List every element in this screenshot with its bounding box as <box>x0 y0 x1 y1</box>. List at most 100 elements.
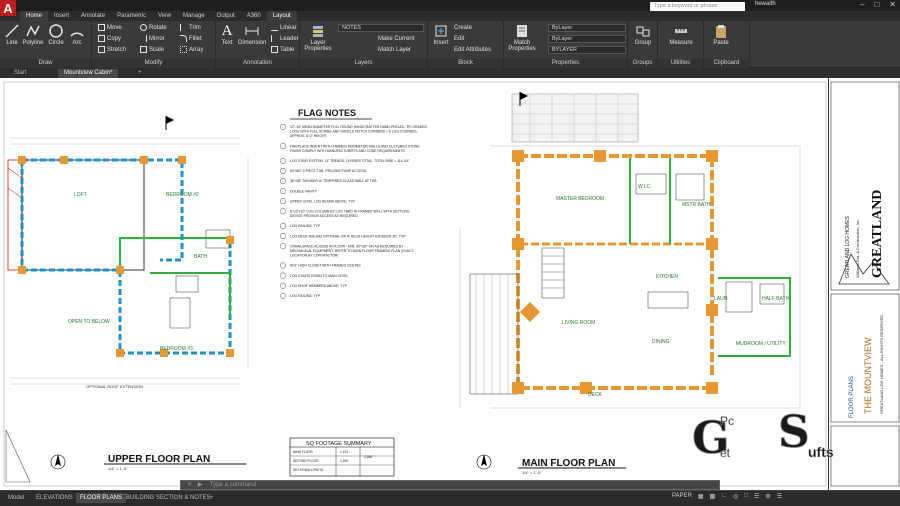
north-arrow-icon <box>50 454 66 470</box>
sq-footage-table[interactable]: SQ FOOTAGE SUMMARY MAIN FLOOR 1,123 SECO… <box>289 437 395 477</box>
grid-icon[interactable]: ▦ <box>698 493 704 500</box>
flag-note: LOG STAIR SYSTEM, 11" TREADS, 15 RISES T… <box>279 157 411 164</box>
fillet-button[interactable]: Fillet <box>180 35 202 44</box>
layer-dropdown[interactable]: NOTES <box>338 24 424 32</box>
line-button[interactable]: Line <box>1 23 23 46</box>
draw-group-label[interactable]: Draw <box>0 59 91 68</box>
layout-tab-model[interactable]: Model <box>4 493 28 503</box>
color-dropdown[interactable]: ByLayer <box>548 24 626 32</box>
lineweight-icon[interactable]: ☰ <box>754 493 759 500</box>
utilities-group-label[interactable]: Utilities <box>658 59 703 68</box>
create-block-button[interactable]: Create <box>454 24 472 33</box>
tab-parametric[interactable]: Parametric <box>111 11 152 21</box>
make-current-button[interactable]: Make Current <box>378 35 414 44</box>
create-block-label: Create <box>454 25 473 31</box>
layout-tab-elevations[interactable]: ELEVATIONS <box>32 493 77 503</box>
match-properties-button[interactable]: Match Properties <box>508 23 536 52</box>
layer-dropdown-value: NOTES <box>342 25 361 31</box>
doc-tab-mountview[interactable]: Mountview Cabin* <box>58 69 119 78</box>
flag-note-marker-icon <box>279 124 287 130</box>
draw-group: Line Polyline Circle Arc Draw <box>0 21 92 68</box>
app-logo[interactable]: A <box>0 0 16 16</box>
tab-view[interactable]: View <box>152 11 177 21</box>
tab-annotate[interactable]: Annotate <box>75 11 111 21</box>
main-plan-scale: 1/4" = 1'-0" <box>522 470 542 475</box>
tab-manage[interactable]: Manage <box>177 11 211 21</box>
copy-button[interactable]: Copy <box>98 35 121 44</box>
snap-icon[interactable]: ▩ <box>710 493 716 500</box>
add-layout-button[interactable]: + <box>206 493 218 503</box>
flag-note: 60"x60" 2-PIECE TUB. PROVIDE PUMP ACCESS… <box>279 168 367 174</box>
command-input[interactable]: ✕ ▶ Type a command <box>180 480 720 490</box>
tab-output[interactable]: Output <box>211 11 241 21</box>
customize-icon[interactable]: ☰ <box>777 493 782 500</box>
array-button[interactable]: Array <box>180 46 203 55</box>
upper-floor-plan[interactable]: LOFT BEDROOM #2 BATH OPEN TO BELOW BEDRO… <box>7 137 249 389</box>
linetype-dropdown[interactable]: ByLayer <box>548 35 626 43</box>
layout-tab-section[interactable]: BUILDING SECTION & NOTES <box>122 493 215 503</box>
layer-properties-label: Layer Properties <box>304 40 332 52</box>
rotate-button[interactable]: Rotate <box>140 24 167 33</box>
flag-notes-block[interactable]: FLAG NOTES 12"-14" MEAN DIAMETER FULL RO… <box>279 108 427 299</box>
annotation-group-label[interactable]: Annotation <box>216 59 299 68</box>
arc-button[interactable]: Arc <box>66 23 88 46</box>
edit-attributes-button[interactable]: Edit Attributes <box>454 46 491 55</box>
room-master-bath: MSTR BATH <box>682 202 711 208</box>
mirror-button[interactable]: Mirror <box>140 35 165 44</box>
group-label: Group <box>634 40 652 46</box>
maximize-icon[interactable]: □ <box>874 0 879 9</box>
groups-group-label[interactable]: Groups <box>628 59 657 68</box>
insert-button[interactable]: Insert <box>430 23 452 46</box>
edit-block-button[interactable]: Edit <box>454 35 464 44</box>
sq-row-value: 1,123 <box>340 450 348 454</box>
ortho-icon[interactable]: ∟ <box>721 493 727 500</box>
properties-group-label[interactable]: Properties <box>504 59 627 68</box>
trim-button[interactable]: Trim <box>180 24 201 33</box>
tab-insert[interactable]: Insert <box>48 11 75 21</box>
lineweight-dropdown[interactable]: BYLAYER <box>548 46 626 54</box>
clipboard-group-label[interactable]: Clipboard <box>704 59 749 68</box>
table-button[interactable]: Table <box>271 46 294 55</box>
user-name[interactable]: hewaith <box>755 1 776 7</box>
paste-button[interactable]: Paste <box>710 23 732 46</box>
new-tab-button[interactable]: + <box>132 69 148 78</box>
layers-group-label[interactable]: Layers <box>300 59 427 68</box>
circle-button[interactable]: Circle <box>45 23 67 46</box>
getpcsofts-watermark: G Pc et S ufts <box>692 407 834 465</box>
tab-layout[interactable]: Layout <box>266 11 297 21</box>
tab-a360[interactable]: A360 <box>241 11 267 21</box>
doc-tab-start[interactable]: Start <box>8 69 33 78</box>
line-label: Line <box>6 40 18 46</box>
polar-icon[interactable]: ◎ <box>733 493 738 500</box>
group-icon <box>636 26 650 37</box>
layers-icon <box>313 26 323 37</box>
move-button[interactable]: Move <box>98 24 122 33</box>
measure-button[interactable]: Measure <box>668 23 694 46</box>
search-input[interactable]: Type a keyword or phrase <box>650 2 745 11</box>
modify-group-label[interactable]: Modify <box>92 59 215 68</box>
polyline-button[interactable]: Polyline <box>22 23 44 46</box>
block-group-label[interactable]: Block <box>428 59 503 68</box>
osnap-icon[interactable]: □ <box>744 493 748 500</box>
move-label: Move <box>107 25 122 32</box>
tab-home[interactable]: Home <box>20 11 49 21</box>
linear-dropdown[interactable]: Linear <box>271 24 297 33</box>
dimension-button[interactable]: Dimension <box>238 23 266 46</box>
workspace-icon[interactable]: ⚙ <box>765 493 770 500</box>
paper-space-toggle[interactable]: PAPER <box>672 493 692 500</box>
match-layer-button[interactable]: Match Layer <box>378 46 411 55</box>
flag-note-text: LOG DECK RAILING OPTIONAL OR IF DECK HEI… <box>290 234 406 238</box>
command-close-icon[interactable]: ✕ <box>187 482 192 488</box>
polyline-icon <box>26 25 40 37</box>
main-floor-plan[interactable]: MASTER BEDROOM W.I.C. MSTR BATH LIVING R… <box>459 93 801 409</box>
room-laundry: LAUN. <box>714 296 729 302</box>
leader-dropdown[interactable]: Leader <box>271 35 299 44</box>
scale-button[interactable]: Scale <box>140 46 164 55</box>
minimize-icon[interactable]: – <box>860 0 864 9</box>
close-icon[interactable]: ✕ <box>889 0 896 9</box>
group-button[interactable]: Group <box>632 23 654 46</box>
text-button[interactable]: A Text <box>216 23 238 46</box>
layout-tab-floor-plans[interactable]: FLOOR PLANS <box>76 493 127 503</box>
layer-properties-button[interactable]: Layer Properties <box>304 23 332 52</box>
stretch-button[interactable]: Stretch <box>98 46 126 55</box>
